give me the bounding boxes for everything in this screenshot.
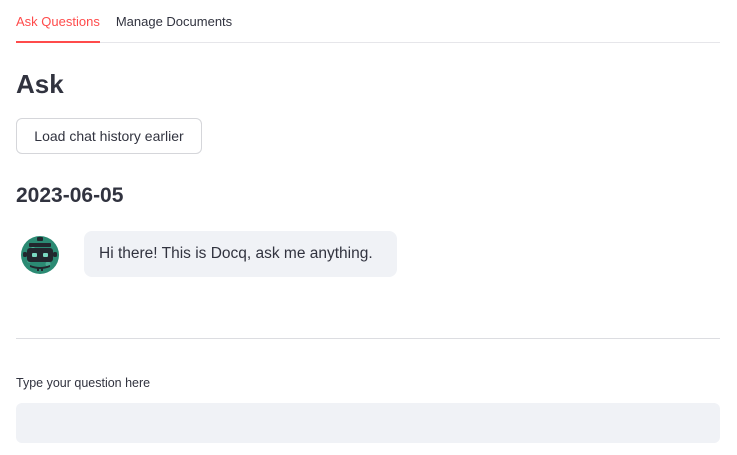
load-chat-history-button[interactable]: Load chat history earlier: [16, 118, 202, 154]
robot-avatar-icon: [19, 234, 61, 276]
chat-date-heading: 2023-06-05: [16, 184, 124, 207]
tab-ask-questions[interactable]: Ask Questions: [16, 0, 100, 43]
tab-manage-documents[interactable]: Manage Documents: [116, 0, 232, 42]
chat-message-bot: Hi there! This is Docq, ask me anything.: [84, 231, 397, 277]
question-input[interactable]: [16, 403, 720, 443]
tab-bar: Ask Questions Manage Documents: [16, 0, 720, 43]
page-title: Ask: [16, 69, 64, 99]
question-label: Type your question here: [16, 376, 151, 390]
divider: [16, 338, 720, 339]
